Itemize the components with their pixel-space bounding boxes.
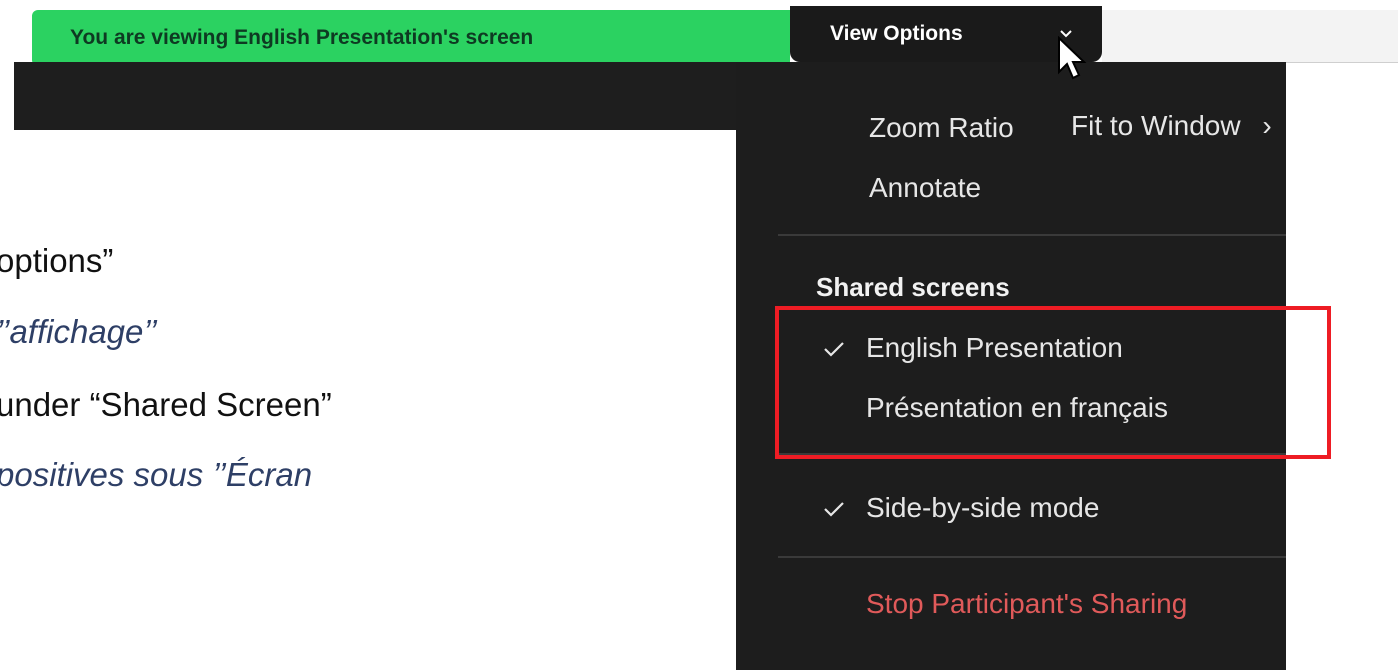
view-options-button[interactable]: View Options xyxy=(790,6,1102,62)
annotate-label: Annotate xyxy=(869,172,982,203)
shared-screen-header-strip xyxy=(0,62,740,130)
menu-divider xyxy=(778,556,1286,558)
chevron-right-icon: › xyxy=(1262,110,1272,141)
stop-sharing-label: Stop Participant's Sharing xyxy=(866,588,1188,619)
zoom-ratio-label: Zoom Ratio xyxy=(869,112,1014,143)
toolbar-background xyxy=(1102,10,1398,63)
menu-item-stop-sharing[interactable]: Stop Participant's Sharing xyxy=(866,588,1187,620)
slide-text-line: ’’affichage’’ xyxy=(0,313,157,350)
menu-item-zoom-ratio[interactable]: Zoom Ratio xyxy=(869,112,1014,144)
menu-item-annotate[interactable]: Annotate xyxy=(869,172,981,204)
viewing-screen-banner: You are viewing English Presentation's s… xyxy=(32,10,790,66)
slide-text-line: options” xyxy=(0,242,114,279)
checkmark-icon xyxy=(824,502,844,517)
viewing-screen-banner-text: You are viewing English Presentation's s… xyxy=(70,26,534,49)
slide-text-line: positives sous ’’Écran xyxy=(0,456,313,493)
highlight-box xyxy=(775,306,1331,459)
zoom-ratio-value-text: Fit to Window xyxy=(1071,110,1241,141)
menu-item-side-by-side[interactable]: Side-by-side mode xyxy=(866,492,1099,524)
menu-divider xyxy=(778,234,1286,236)
view-options-label: View Options xyxy=(830,22,963,45)
slide-text-line: under “Shared Screen” xyxy=(0,386,332,423)
shared-screens-header: Shared screens xyxy=(816,272,1010,302)
mouse-cursor-icon xyxy=(1058,36,1087,80)
zoom-ratio-value[interactable]: Fit to Window › xyxy=(1071,110,1272,142)
side-by-side-label: Side-by-side mode xyxy=(866,492,1100,523)
